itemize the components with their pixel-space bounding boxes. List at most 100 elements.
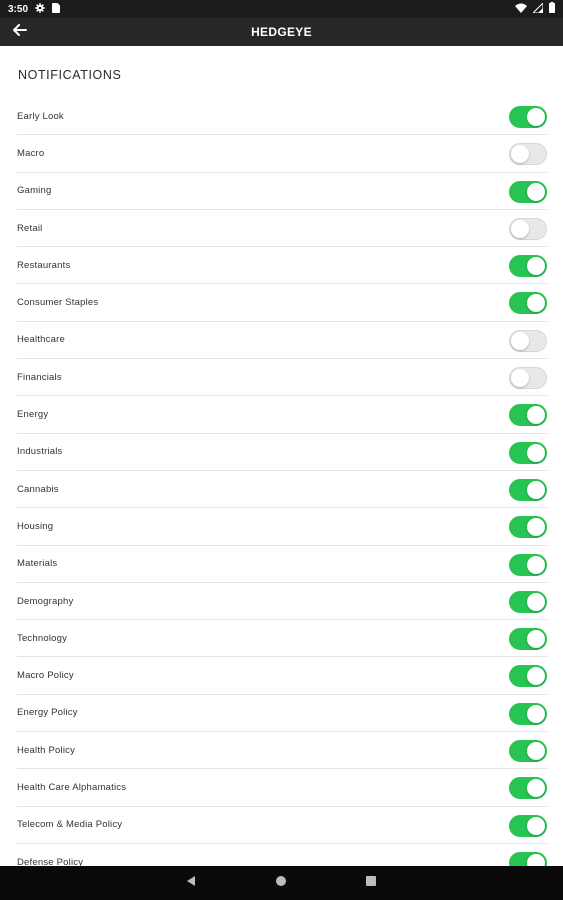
notification-row: Industrials bbox=[17, 434, 547, 471]
notification-label: Demography bbox=[17, 595, 74, 607]
notification-toggle[interactable] bbox=[509, 628, 547, 651]
status-time: 3:50 bbox=[8, 3, 29, 15]
notification-row: Financials bbox=[17, 359, 547, 397]
notification-label: Macro bbox=[17, 147, 45, 159]
toggle-knob bbox=[527, 779, 545, 798]
notification-toggle[interactable] bbox=[509, 404, 547, 427]
notification-label: Healthcare bbox=[17, 334, 65, 346]
notification-label: Consumer Staples bbox=[17, 297, 99, 309]
notification-row: Gaming bbox=[17, 173, 547, 210]
nav-home-button[interactable] bbox=[274, 876, 288, 890]
notification-label: Materials bbox=[17, 558, 58, 570]
notification-label: Energy Policy bbox=[17, 707, 78, 719]
toggle-knob bbox=[527, 853, 545, 866]
notification-label: Health Care Alphamatics bbox=[17, 781, 127, 793]
notification-row: Defense Policy bbox=[17, 844, 547, 866]
sim-card-icon bbox=[52, 2, 61, 16]
toggle-knob bbox=[527, 555, 545, 574]
notification-row: Energy Policy bbox=[17, 695, 547, 733]
notifications-screen: NOTIFICATIONS Early Look Macro Gaming Re… bbox=[0, 46, 563, 866]
notification-row: Retail bbox=[17, 210, 547, 248]
toggle-knob bbox=[527, 742, 545, 761]
toggle-knob bbox=[511, 145, 529, 164]
toggle-knob bbox=[527, 816, 545, 835]
notification-label: Defense Policy bbox=[17, 856, 84, 866]
notification-toggle[interactable] bbox=[509, 478, 547, 501]
notification-row: Macro bbox=[17, 135, 547, 173]
toggle-knob bbox=[527, 630, 545, 649]
back-button[interactable] bbox=[10, 23, 30, 41]
notification-toggle[interactable] bbox=[509, 180, 547, 203]
toggle-knob bbox=[527, 518, 545, 537]
notification-toggle[interactable] bbox=[509, 777, 547, 800]
notification-toggle[interactable] bbox=[509, 441, 547, 464]
notification-label: Energy bbox=[17, 409, 49, 421]
notification-row: Health Care Alphamatics bbox=[17, 769, 547, 807]
toggle-knob bbox=[527, 443, 545, 462]
notification-toggle[interactable] bbox=[509, 106, 547, 128]
toggle-knob bbox=[511, 331, 529, 350]
nav-recents-button[interactable] bbox=[364, 876, 378, 890]
notification-toggle[interactable] bbox=[509, 143, 547, 166]
notification-toggle[interactable] bbox=[509, 292, 547, 315]
toggle-knob bbox=[527, 257, 545, 276]
notification-toggle[interactable] bbox=[509, 814, 547, 837]
notification-label: Macro Policy bbox=[17, 670, 74, 682]
toggle-knob bbox=[527, 592, 545, 611]
notification-row: Technology bbox=[17, 620, 547, 658]
notification-label: Gaming bbox=[17, 185, 52, 197]
system-nav-bar bbox=[0, 866, 563, 900]
notification-toggle[interactable] bbox=[509, 329, 547, 352]
notification-toggle[interactable] bbox=[509, 665, 547, 688]
toggle-knob bbox=[527, 667, 545, 686]
app-title: HEDGEYE bbox=[251, 25, 312, 39]
toggle-knob bbox=[527, 406, 545, 425]
home-circle-icon bbox=[275, 874, 287, 892]
app-bar: HEDGEYE bbox=[0, 18, 563, 46]
notification-label: Early Look bbox=[17, 110, 64, 122]
recents-square-icon bbox=[365, 874, 377, 892]
notification-toggle[interactable] bbox=[509, 367, 547, 390]
notification-label: Health Policy bbox=[17, 744, 76, 756]
notification-row: Macro Policy bbox=[17, 657, 547, 695]
wifi-icon bbox=[515, 3, 527, 16]
notification-toggle[interactable] bbox=[509, 851, 547, 866]
nav-back-button[interactable] bbox=[184, 876, 198, 890]
notification-toggle[interactable] bbox=[509, 702, 547, 725]
notification-label: Retail bbox=[17, 222, 43, 234]
toggle-knob bbox=[527, 480, 545, 499]
status-bar: 3:50 bbox=[0, 0, 563, 18]
settings-gear-icon bbox=[35, 2, 45, 16]
notification-toggle[interactable] bbox=[509, 217, 547, 240]
notification-label: Cannabis bbox=[17, 483, 59, 495]
notification-row: Materials bbox=[17, 546, 547, 583]
notification-label: Financials bbox=[17, 371, 62, 383]
notification-row: Early Look bbox=[17, 98, 547, 136]
notification-toggle[interactable] bbox=[509, 516, 547, 539]
notification-label: Housing bbox=[17, 520, 54, 532]
arrow-left-icon bbox=[13, 23, 27, 41]
notification-label: Telecom & Media Policy bbox=[17, 819, 123, 831]
status-left: 3:50 bbox=[8, 2, 61, 16]
battery-icon bbox=[549, 2, 555, 16]
notification-label: Industrials bbox=[17, 446, 63, 458]
notification-row: Healthcare bbox=[17, 322, 547, 360]
notification-list: Early Look Macro Gaming Retail Restauran… bbox=[0, 98, 563, 866]
notification-toggle[interactable] bbox=[509, 553, 547, 576]
signal-icon bbox=[531, 1, 544, 16]
notification-row: Cannabis bbox=[17, 471, 547, 509]
back-triangle-icon bbox=[185, 874, 197, 892]
notification-row: Energy bbox=[17, 396, 547, 434]
notification-toggle[interactable] bbox=[509, 590, 547, 613]
notification-toggle[interactable] bbox=[509, 255, 547, 278]
notification-row: Restaurants bbox=[17, 247, 547, 285]
notification-toggle[interactable] bbox=[509, 740, 547, 763]
notification-row: Housing bbox=[17, 508, 547, 546]
status-right bbox=[515, 1, 555, 16]
toggle-knob bbox=[511, 369, 529, 388]
toggle-knob bbox=[511, 219, 529, 238]
notification-row: Telecom & Media Policy bbox=[17, 807, 547, 844]
notification-label: Restaurants bbox=[17, 259, 71, 271]
toggle-knob bbox=[527, 294, 545, 313]
notification-label: Technology bbox=[17, 632, 68, 644]
